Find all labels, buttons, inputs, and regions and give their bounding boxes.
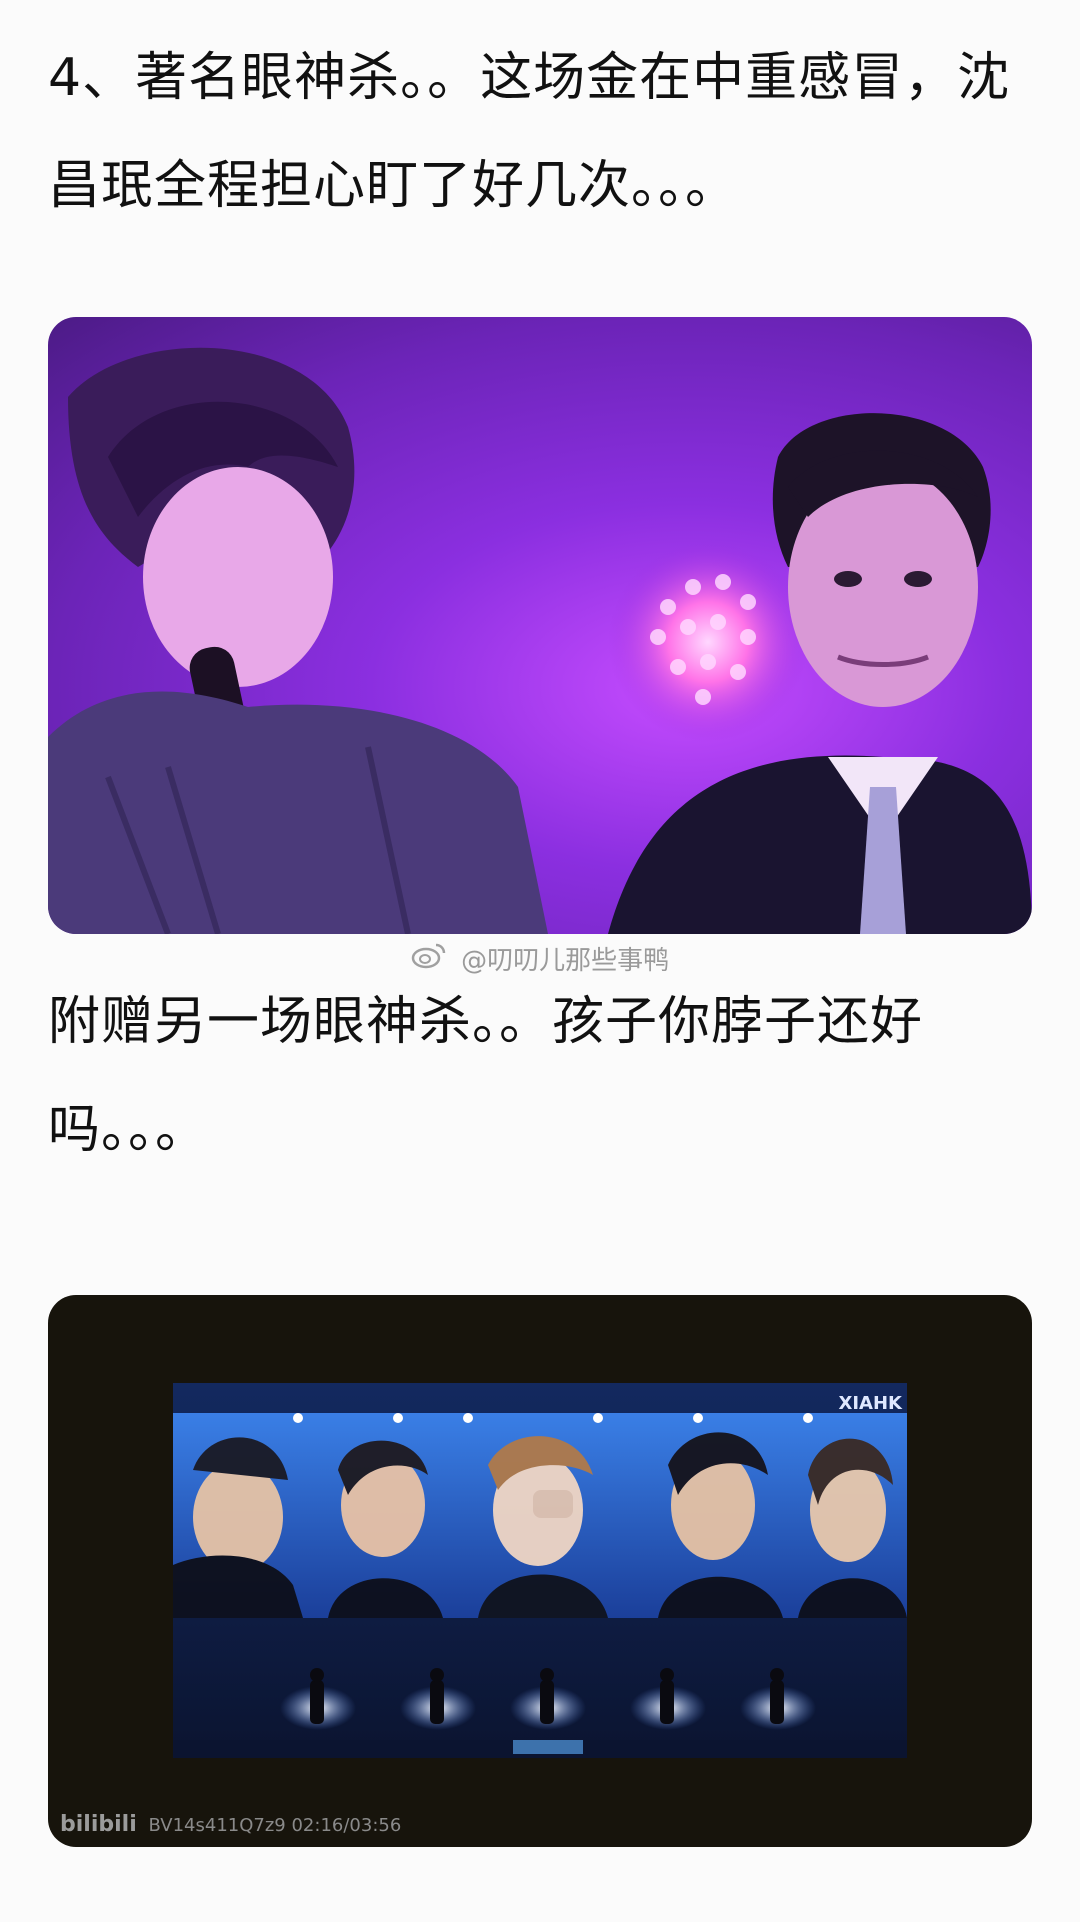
concert-video-frame[interactable]: XIAHK bilibili BV14s411Q7z9 02:16/03:56 xyxy=(48,1295,1032,1847)
post-page: 4、著名眼神杀。。这场金在中重感冒，沈昌珉全程担心盯了好几次。。。 @叨叨儿那些… xyxy=(0,0,1080,1922)
paragraph-first: 4、著名眼神杀。。这场金在中重感冒，沈昌珉全程担心盯了好几次。。。 xyxy=(48,48,1011,216)
concert-photo-1[interactable] xyxy=(48,317,1032,934)
bilibili-badge: bilibili BV14s411Q7z9 02:16/03:56 xyxy=(60,1812,401,1837)
concert-photo-1-illustration xyxy=(48,347,1032,934)
paragraph-second: 附赠另一场眼神杀。。孩子你脖子还好吗。。。 xyxy=(48,992,924,1160)
video-info: BV14s411Q7z9 02:16/03:56 xyxy=(148,1815,402,1836)
concert-video-illustration xyxy=(173,1383,907,1758)
stage-watermark: XIAHK xyxy=(838,1393,902,1414)
bilibili-logo: bilibili xyxy=(60,1812,137,1837)
